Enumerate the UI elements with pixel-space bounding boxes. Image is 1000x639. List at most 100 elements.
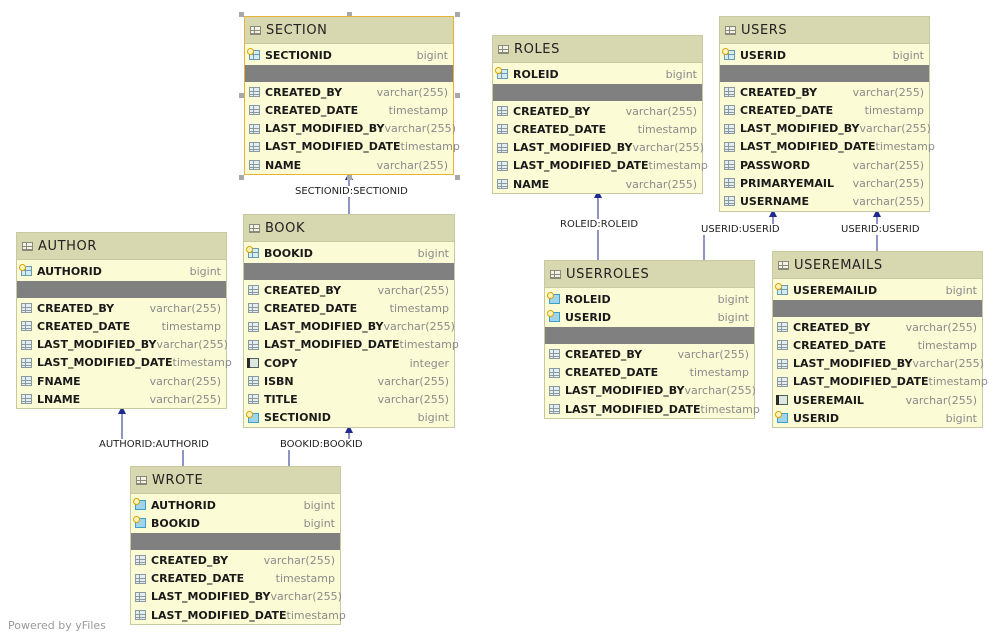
table-row[interactable]: LAST_MODIFIED_DATE timestamp <box>720 138 935 156</box>
table-title: USEREMAILS <box>794 257 883 273</box>
table-row[interactable]: LAST_MODIFIED_DATE timestamp <box>131 606 346 624</box>
table-row[interactable]: LNAME varchar(255) <box>17 390 226 408</box>
table-row[interactable]: LAST_MODIFIED_BY varchar(255) <box>245 120 456 138</box>
table-row[interactable]: LAST_MODIFIED_BY varchar(255) <box>17 336 228 354</box>
table-row[interactable]: BOOKID bigint <box>131 514 340 532</box>
column-icon <box>549 349 560 360</box>
table-header[interactable]: BOOK <box>244 215 454 242</box>
table-row[interactable]: CREATED_DATE timestamp <box>773 336 982 354</box>
table-row[interactable]: ISBN varchar(255) <box>244 372 454 390</box>
table-roles[interactable]: ROLES ROLEID bigint CREATED_BY varchar(255) C… <box>492 35 708 195</box>
table-row[interactable]: LAST_MODIFIED_BY varchar(255) <box>131 588 342 606</box>
table-row[interactable]: USERID bigint <box>773 409 982 427</box>
table-row[interactable]: USERNAME varchar(255) <box>720 192 929 210</box>
table-row[interactable]: CREATED_BY varchar(255) <box>17 299 226 317</box>
table-row[interactable]: LAST_MODIFIED_DATE timestamp <box>17 354 232 372</box>
selection-handle[interactable] <box>347 175 352 180</box>
table-row[interactable]: SECTIONID bigint <box>244 409 454 427</box>
foreign-key-icon <box>133 498 146 511</box>
table-section[interactable]: SECTION SECTIONID bigint CREATED_BY varchar(… <box>244 16 460 176</box>
table-row[interactable]: ROLEID bigint <box>493 65 702 83</box>
table-row[interactable]: LAST_MODIFIED_DATE timestamp <box>244 336 459 354</box>
table-row[interactable]: CREATED_DATE timestamp <box>17 317 226 335</box>
table-row[interactable]: CREATED_DATE timestamp <box>244 299 454 317</box>
field-type: varchar(255) <box>859 122 931 136</box>
table-row[interactable]: LAST_MODIFIED_DATE timestamp <box>545 400 760 418</box>
table-row[interactable]: LAST_MODIFIED_BY varchar(255) <box>545 382 756 400</box>
field-name: USEREMAIL <box>793 393 864 407</box>
table-row[interactable]: AUTHORID bigint <box>17 262 226 280</box>
column-icon <box>497 142 508 153</box>
table-row[interactable]: FNAME varchar(255) <box>17 372 226 390</box>
column-icon <box>497 160 508 171</box>
table-row[interactable]: CREATED_BY varchar(255) <box>131 551 340 569</box>
field-name: CREATED_BY <box>740 85 818 99</box>
table-row[interactable]: CREATED_DATE timestamp <box>720 101 929 119</box>
edge-label-wrote-book: BOOKID:BOOKID <box>279 439 364 450</box>
table-row[interactable]: NAME varchar(255) <box>493 175 702 193</box>
table-book[interactable]: BOOK BOOKID bigint CREATED_BY varchar(255) CR… <box>243 214 459 428</box>
table-row[interactable]: CREATED_BY varchar(255) <box>493 102 702 120</box>
table-row[interactable]: COPY integer <box>244 354 454 372</box>
table-row[interactable]: CREATED_BY varchar(255) <box>720 83 929 101</box>
table-header[interactable]: USEREMAILS <box>773 252 982 279</box>
table-row[interactable]: TITLE varchar(255) <box>244 390 454 408</box>
table-header[interactable]: USERS <box>720 17 929 44</box>
primary-key-icon <box>247 48 260 61</box>
table-useremails[interactable]: USEREMAILS USEREMAILID bigint CREATED_BY var… <box>772 251 988 429</box>
field-type: varchar(255) <box>632 141 704 155</box>
table-userroles[interactable]: USERROLES ROLEID bigint USERID bigint CREATED… <box>544 260 760 420</box>
table-header[interactable]: ROLES <box>493 36 702 63</box>
table-users[interactable]: USERS USERID bigint CREATED_BY varchar(255) C… <box>719 16 935 212</box>
table-row[interactable]: CREATED_DATE timestamp <box>545 364 754 382</box>
table-row[interactable]: LAST_MODIFIED_BY varchar(255) <box>493 139 704 157</box>
table-header[interactable]: AUTHOR <box>17 233 226 260</box>
column-icon <box>777 376 788 387</box>
edge-wrote-author[interactable] <box>118 406 184 466</box>
field-name: AUTHORID <box>151 498 216 512</box>
table-row[interactable]: LAST_MODIFIED_BY varchar(255) <box>720 120 931 138</box>
field-type: varchar(255) <box>905 393 977 407</box>
table-row[interactable]: LAST_MODIFIED_DATE timestamp <box>773 373 988 391</box>
selection-handle[interactable] <box>455 12 460 17</box>
table-row[interactable]: CREATED_BY varchar(255) <box>245 83 453 101</box>
table-row[interactable]: LAST_MODIFIED_DATE timestamp <box>493 157 708 175</box>
table-row[interactable]: USEREMAILID bigint <box>773 281 982 299</box>
table-row[interactable]: BOOKID bigint <box>244 244 454 262</box>
column-icon <box>135 610 146 621</box>
table-row[interactable]: CREATED_BY varchar(255) <box>773 318 982 336</box>
field-type: varchar(255) <box>905 320 977 334</box>
table-row[interactable]: ROLEID bigint <box>545 290 754 308</box>
column-icon <box>248 303 259 314</box>
table-row[interactable]: CREATED_DATE timestamp <box>493 120 702 138</box>
table-header[interactable]: WROTE <box>131 467 340 494</box>
table-row[interactable]: PRIMARYEMAIL varchar(255) <box>720 174 929 192</box>
table-row[interactable]: USERID bigint <box>720 46 929 64</box>
foreign-key-icon <box>547 292 560 305</box>
table-row[interactable]: SECTIONID bigint <box>245 46 453 64</box>
selection-handle[interactable] <box>455 93 460 98</box>
table-row[interactable]: USERID bigint <box>545 308 754 326</box>
selection-handle[interactable] <box>239 175 244 180</box>
table-row[interactable]: LAST_MODIFIED_DATE timestamp <box>245 138 460 156</box>
table-row[interactable]: LAST_MODIFIED_BY varchar(255) <box>244 318 455 336</box>
primary-key-icon <box>775 283 788 296</box>
table-author[interactable]: AUTHOR AUTHORID bigint CREATED_BY varchar(25… <box>16 232 232 410</box>
table-row[interactable]: NAME varchar(255) <box>245 156 453 174</box>
table-header[interactable]: USERROLES <box>545 261 754 288</box>
table-wrote[interactable]: WROTE AUTHORID bigint BOOKID bigint CREATED_B… <box>130 466 346 626</box>
table-header[interactable]: SECTION <box>245 17 453 44</box>
field-name: LAST_MODIFIED_DATE <box>265 140 401 154</box>
table-row[interactable]: CREATED_BY varchar(255) <box>244 281 454 299</box>
table-row[interactable]: PASSWORD varchar(255) <box>720 156 929 174</box>
field-type: timestamp <box>388 103 448 117</box>
table-row[interactable]: AUTHORID bigint <box>131 496 340 514</box>
table-row[interactable]: CREATED_DATE timestamp <box>131 570 340 588</box>
column-icon <box>497 106 508 117</box>
field-type: varchar(255) <box>912 357 984 371</box>
table-row[interactable]: USEREMAIL varchar(255) <box>773 391 982 409</box>
selection-handle[interactable] <box>455 175 460 180</box>
table-row[interactable]: CREATED_BY varchar(255) <box>545 345 754 363</box>
table-row[interactable]: CREATED_DATE timestamp <box>245 101 453 119</box>
table-row[interactable]: LAST_MODIFIED_BY varchar(255) <box>773 355 984 373</box>
